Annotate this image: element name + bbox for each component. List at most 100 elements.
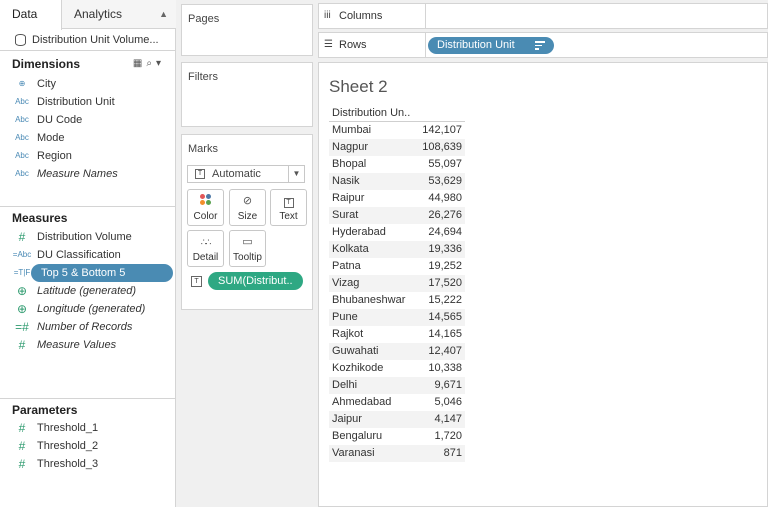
- text-button[interactable]: T Text: [270, 189, 307, 226]
- marks-title: Marks: [188, 143, 218, 155]
- table-row[interactable]: Kozhikode 10,338: [329, 360, 465, 377]
- distribution-unit-cell: Nagpur: [332, 141, 369, 153]
- table-row[interactable]: Kolkata 19,336: [329, 241, 465, 258]
- table-row[interactable]: Surat 26,276: [329, 207, 465, 224]
- color-icon: [188, 190, 223, 208]
- field-item[interactable]: # Distribution Volume: [0, 228, 176, 246]
- field-label: Threshold_3: [37, 458, 99, 470]
- table-row[interactable]: Jaipur 4,147: [329, 411, 465, 428]
- table-row[interactable]: Guwahati 12,407: [329, 343, 465, 360]
- field-item[interactable]: =Abc DU Classification: [0, 246, 176, 264]
- table-row[interactable]: Hyderabad 24,694: [329, 224, 465, 241]
- field-item[interactable]: Abc Region: [0, 147, 176, 165]
- field-type-icon: ⊕: [16, 284, 28, 298]
- detail-label: Detail: [192, 252, 219, 263]
- distribution-unit-cell: Ahmedabad: [332, 396, 392, 408]
- field-type-icon: =#: [15, 320, 29, 334]
- distribution-unit-cell: Patna: [332, 260, 361, 272]
- text-icon: T: [271, 190, 306, 208]
- distribution-volume-cell: 17,520: [428, 277, 462, 289]
- distribution-unit-cell: Pune: [332, 311, 358, 323]
- table-row[interactable]: Mumbai 142,107: [329, 122, 465, 139]
- table-row[interactable]: Varanasi 871: [329, 445, 465, 462]
- grid-view-icon[interactable]: ▦: [133, 58, 146, 69]
- distribution-unit-cell: Hyderabad: [332, 226, 386, 238]
- chevron-down-icon[interactable]: ▲: [159, 0, 168, 29]
- size-label: Size: [237, 211, 258, 222]
- tab-analytics[interactable]: Analytics ▲: [62, 0, 176, 29]
- field-label: DU Code: [37, 114, 83, 126]
- table-row[interactable]: Pune 14,565: [329, 309, 465, 326]
- columns-label-cell: iii Columns: [319, 4, 426, 28]
- distribution-volume-cell: 14,165: [428, 328, 462, 340]
- column-header[interactable]: Distribution Un..: [329, 105, 465, 122]
- columns-shelf[interactable]: iii Columns: [318, 3, 768, 29]
- text-label: Text: [279, 211, 298, 222]
- columns-label: Columns: [339, 10, 383, 22]
- field-item[interactable]: # Measure Values: [0, 336, 176, 354]
- distribution-volume-cell: 14,565: [428, 311, 462, 323]
- table-row[interactable]: Nasik 53,629: [329, 173, 465, 190]
- field-item[interactable]: =# Number of Records: [0, 318, 176, 336]
- distribution-unit-cell: Rajkot: [332, 328, 364, 340]
- distribution-volume-cell: 44,980: [428, 192, 462, 204]
- mark-type-select[interactable]: T Automatic ▼: [187, 165, 305, 183]
- field-item[interactable]: ⊕ Longitude (generated): [0, 300, 176, 318]
- distribution-unit-cell: Raipur: [332, 192, 365, 204]
- menu-caret-icon[interactable]: ▾: [156, 58, 165, 69]
- field-item[interactable]: Abc Measure Names: [0, 165, 176, 183]
- table-row[interactable]: Patna 19,252: [329, 258, 465, 275]
- table-row[interactable]: Vizag 17,520: [329, 275, 465, 292]
- distribution-unit-pill[interactable]: Distribution Unit: [428, 37, 554, 54]
- table-row[interactable]: Bhubaneshwar 15,222: [329, 292, 465, 309]
- table-row[interactable]: Delhi 9,671: [329, 377, 465, 394]
- field-type-icon: #: [18, 338, 26, 352]
- table-row[interactable]: Bengaluru 1,720: [329, 428, 465, 445]
- parameters-header: Parameters: [12, 403, 78, 417]
- distribution-unit-cell: Kolkata: [332, 243, 369, 255]
- measures-header: Measures: [12, 211, 68, 225]
- rows-label: Rows: [339, 39, 367, 51]
- field-type-icon: #: [18, 439, 26, 453]
- distribution-unit-cell: Bhubaneshwar: [332, 294, 406, 306]
- field-label: City: [37, 78, 56, 90]
- field-label: Threshold_2: [37, 440, 99, 452]
- distribution-unit-cell: Guwahati: [332, 345, 379, 357]
- table-row[interactable]: Bhopal 55,097: [329, 156, 465, 173]
- text-table: Distribution Un.. Mumbai 142,107 Nagpur 108…: [329, 105, 465, 462]
- filters-title: Filters: [188, 71, 218, 83]
- tooltip-button[interactable]: ▭ Tooltip: [229, 230, 266, 267]
- distribution-volume-cell: 5,046: [434, 396, 462, 408]
- datasource-item[interactable]: Distribution Unit Volume...: [0, 29, 176, 51]
- sum-distribution-pill[interactable]: SUM(Distribut..: [208, 272, 303, 290]
- distribution-volume-cell: 19,252: [428, 260, 462, 272]
- field-item[interactable]: # Threshold_3: [0, 455, 176, 473]
- field-item[interactable]: ⊕ City: [0, 75, 176, 93]
- tab-data[interactable]: Data: [0, 0, 62, 30]
- distribution-unit-cell: Bhopal: [332, 158, 367, 170]
- table-row[interactable]: Raipur 44,980: [329, 190, 465, 207]
- field-item[interactable]: Abc Mode: [0, 129, 176, 147]
- field-item[interactable]: Abc DU Code: [0, 111, 176, 129]
- distribution-unit-cell: Nasik: [332, 175, 360, 187]
- pages-pane[interactable]: Pages: [181, 4, 313, 56]
- rows-icon: ☰: [324, 39, 333, 50]
- size-button[interactable]: ⊘ Size: [229, 189, 266, 226]
- color-button[interactable]: Color: [187, 189, 224, 226]
- field-item[interactable]: =T|F Top 5 & Bottom 5: [0, 264, 176, 282]
- search-icon[interactable]: ⌕: [146, 58, 156, 69]
- field-item[interactable]: # Threshold_2: [0, 437, 176, 455]
- distribution-volume-cell: 1,720: [434, 430, 462, 442]
- distribution-unit-cell: Jaipur: [332, 413, 362, 425]
- table-row[interactable]: Ahmedabad 5,046: [329, 394, 465, 411]
- pane-tabs: Data Analytics ▲: [0, 0, 176, 30]
- field-item[interactable]: ⊕ Latitude (generated): [0, 282, 176, 300]
- detail-button[interactable]: ∴∴ Detail: [187, 230, 224, 267]
- data-pane: Data Analytics ▲ Distribution Unit Volum…: [0, 0, 176, 507]
- field-item[interactable]: Abc Distribution Unit: [0, 93, 176, 111]
- field-item[interactable]: # Threshold_1: [0, 419, 176, 437]
- table-row[interactable]: Nagpur 108,639: [329, 139, 465, 156]
- filters-pane[interactable]: Filters: [181, 62, 313, 127]
- table-row[interactable]: Rajkot 14,165: [329, 326, 465, 343]
- tab-analytics-label: Analytics: [74, 7, 123, 21]
